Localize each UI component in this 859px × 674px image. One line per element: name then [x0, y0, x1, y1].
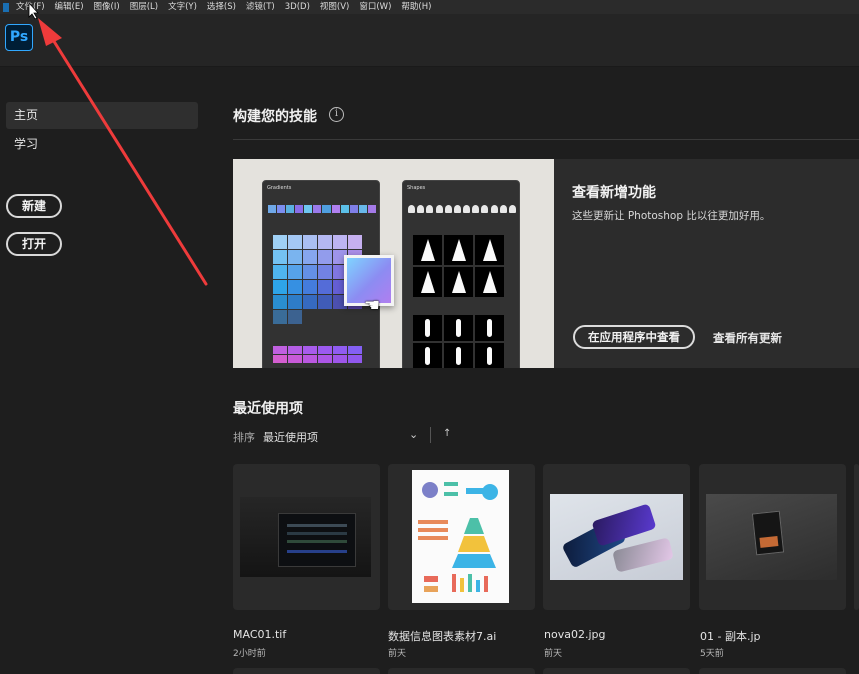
shapes-tab-label: Shapes: [407, 185, 426, 191]
whats-new-description: 这些更新让 Photoshop 比以往更加好用。: [572, 210, 771, 222]
recent-file-card-row2[interactable]: [233, 668, 380, 674]
sort-direction-icon[interactable]: ↑: [443, 428, 451, 439]
recent-file-name[interactable]: MAC01.tif: [233, 628, 286, 641]
menu-bar: 文件(F) 编辑(E) 图像(I) 图层(L) 文字(Y) 选择(S) 滤镜(T…: [0, 0, 859, 14]
recent-file-card-3[interactable]: [543, 464, 690, 610]
recent-file-time: 前天: [544, 649, 563, 659]
tree-shapes-grid: [413, 235, 504, 297]
menu-image[interactable]: 图像(I): [94, 0, 120, 14]
recent-title: 最近使用项: [233, 401, 303, 417]
recent-file-time: 5天前: [700, 649, 724, 659]
chevron-down-icon[interactable]: ⌄: [409, 428, 418, 441]
sort-label: 排序: [233, 431, 255, 444]
app-header: Ps: [0, 14, 859, 67]
photoshop-logo[interactable]: Ps: [5, 24, 33, 51]
recent-file-card-4[interactable]: [699, 464, 846, 610]
menu-select[interactable]: 选择(S): [207, 0, 236, 14]
recent-file-card-2[interactable]: [388, 464, 535, 610]
file-thumbnail: [706, 494, 837, 580]
recent-file-card-row2[interactable]: [388, 668, 535, 674]
recent-file-name[interactable]: nova02.jpg: [544, 628, 605, 641]
menu-type[interactable]: 文字(Y): [168, 0, 197, 14]
hand-cursor-icon: ☚: [364, 295, 381, 316]
sort-divider: [430, 427, 431, 443]
gradient-swatch-grid-2: [273, 346, 362, 363]
recent-file-card-row2[interactable]: [543, 668, 690, 674]
recent-file-card-row2[interactable]: [699, 668, 846, 674]
menu-help[interactable]: 帮助(H): [401, 0, 431, 14]
skills-title: 构建您的技能: [233, 109, 317, 125]
shapes-panel-image: Shapes: [402, 180, 520, 368]
file-thumbnail: [550, 494, 683, 580]
whats-new-title: 查看新增功能: [572, 185, 656, 201]
divider: [233, 139, 859, 140]
whats-new-illustration: Gradients ☚ Shapes: [233, 159, 554, 368]
recent-file-time: 前天: [388, 649, 407, 659]
recent-file-time: 2小时前: [233, 649, 266, 659]
sidebar-item-home[interactable]: 主页: [6, 102, 198, 129]
file-thumbnail: [412, 470, 509, 603]
gradient-strip: [268, 205, 376, 213]
info-icon[interactable]: i: [329, 107, 344, 122]
menu-view[interactable]: 视图(V): [320, 0, 349, 14]
recent-file-card-partial[interactable]: [854, 464, 859, 610]
menu-file[interactable]: 文件(F): [16, 0, 45, 14]
new-button[interactable]: 新建: [6, 194, 62, 218]
whats-new-card[interactable]: Gradients ☚ Shapes 查看新增功能 这些更新让 Photosho…: [233, 159, 859, 368]
shape-strip: [408, 205, 516, 214]
sidebar-item-learn[interactable]: 学习: [6, 131, 198, 158]
menu-layer[interactable]: 图层(L): [130, 0, 158, 14]
view-in-app-button[interactable]: 在应用程序中查看: [573, 325, 695, 349]
recent-file-name[interactable]: 01 - 副本.jp: [700, 628, 761, 644]
recent-file-card-1[interactable]: [233, 464, 380, 610]
sort-select[interactable]: 最近使用项: [263, 429, 318, 445]
gradients-tab-label: Gradients: [267, 185, 292, 191]
menu-3d[interactable]: 3D(D): [285, 0, 310, 14]
recent-file-name[interactable]: 数据信息图表素材7.ai: [388, 628, 496, 644]
view-all-updates-link[interactable]: 查看所有更新: [713, 330, 782, 346]
menu-window[interactable]: 窗口(W): [359, 0, 391, 14]
open-button[interactable]: 打开: [6, 232, 62, 256]
menu-filter[interactable]: 滤镜(T): [246, 0, 275, 14]
figure-shapes-grid: [413, 315, 504, 368]
ps-mini-icon: [3, 2, 9, 12]
file-thumbnail: [240, 497, 371, 577]
menu-edit[interactable]: 编辑(E): [55, 0, 84, 14]
